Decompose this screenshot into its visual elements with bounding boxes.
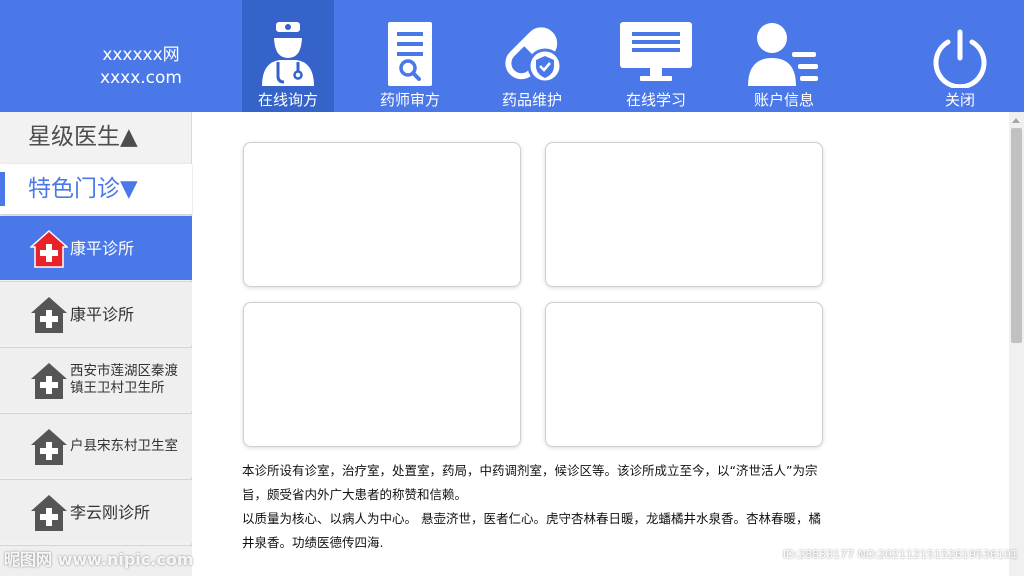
nav-online-learning[interactable]: 在线学习 [610,0,702,112]
clinic-label: 户县宋东村卫生室 [70,437,178,454]
clinic-label: 李云刚诊所 [70,502,151,522]
clinic-description: 本诊所设有诊室，治疗室，处置室，药局，中药调剂室，候诊区等。该诊所成立至今，以“… [242,459,822,555]
nav-medicine-maintenance[interactable]: 药品维护 [486,0,578,112]
nav-pharmacist-review[interactable]: 药师审方 [364,0,456,112]
nav-label: 药师审方 [379,91,440,109]
clinic-item[interactable]: 李云刚诊所 [0,479,192,543]
category-special-clinics[interactable]: 特色门诊▼ [0,164,192,214]
scroll-thumb[interactable] [1011,128,1022,343]
clinic-label: 康平诊所 [70,304,135,324]
power-icon [933,29,987,88]
prescription-icon [388,22,432,86]
clinic-item[interactable]: 康平诊所 [0,216,192,280]
doctor-icon [262,22,314,86]
clinic-house-icon [31,297,67,333]
clinic-label: 西安市莲湖区秦渡镇王卫村卫生所 [70,363,178,396]
vertical-scrollbar[interactable] [1009,112,1024,576]
clinic-label: 康平诊所 [70,238,135,258]
category-label: 特色门诊▼ [28,176,138,202]
scroll-up-arrow-icon[interactable] [1012,118,1020,123]
brand-logo-text: xxxxxx网 xxxx.com [66,44,216,90]
clinic-item[interactable]: 户县宋东村卫生室 [0,413,192,477]
top-header: xxxxxx网 xxxx.com 在线询方 药师审方 药品维护 在线学习 账户信… [0,0,1024,112]
description-paragraph: 本诊所设有诊室，治疗室，处置室，药局，中药调剂室，候诊区等。该诊所成立至今，以“… [242,463,818,502]
watermark-id: ID:28833177 NO:20211215152619536101 [782,548,1018,561]
main-content: 本诊所设有诊室，治疗室，处置室，药局，中药调剂室，候诊区等。该诊所成立至今，以“… [193,112,1008,576]
clinic-item[interactable]: 康平诊所 [0,281,192,345]
nav-account-info[interactable]: 账户信息 [738,0,830,112]
brand-domain: xxxx.com [100,68,182,88]
image-card[interactable] [243,302,521,447]
clinic-house-icon [31,495,67,531]
clinic-item[interactable]: 西安市莲湖区秦渡镇王卫村卫生所 [0,347,192,411]
nav-label: 药品维护 [501,91,562,109]
description-paragraph: 以质量为核心、以病人为中心。 悬壶济世，医者仁心。虎守杏林春日暖，龙蟠橘井水泉香… [242,511,821,550]
nav-label: 在线学习 [625,91,686,109]
nav-online-consult[interactable]: 在线询方 [242,0,334,112]
medicine-pill-icon [505,27,563,84]
account-icon [748,23,818,86]
nav-close[interactable]: 关闭 [914,0,1006,112]
image-card[interactable] [243,142,521,287]
clinic-house-icon [31,363,67,399]
nav-label: 在线询方 [257,91,318,109]
image-card[interactable] [545,302,823,447]
image-card[interactable] [545,142,823,287]
active-indicator [0,172,5,206]
clinic-house-icon [31,429,67,465]
nav-label: 账户信息 [753,91,814,109]
clinic-house-icon [30,230,68,268]
sidebar: 星级医生▲ 特色门诊▼ 康平诊所 康平诊所 西安市莲湖区秦渡镇王卫村卫生所 户县… [0,112,192,576]
nav-label: 关闭 [944,91,975,109]
monitor-icon [620,22,692,81]
brand-name: xxxxxx网 [102,45,180,65]
category-star-doctors[interactable]: 星级医生▲ [0,112,192,162]
watermark-logo: 昵图网 www.nipic.com [4,550,194,569]
